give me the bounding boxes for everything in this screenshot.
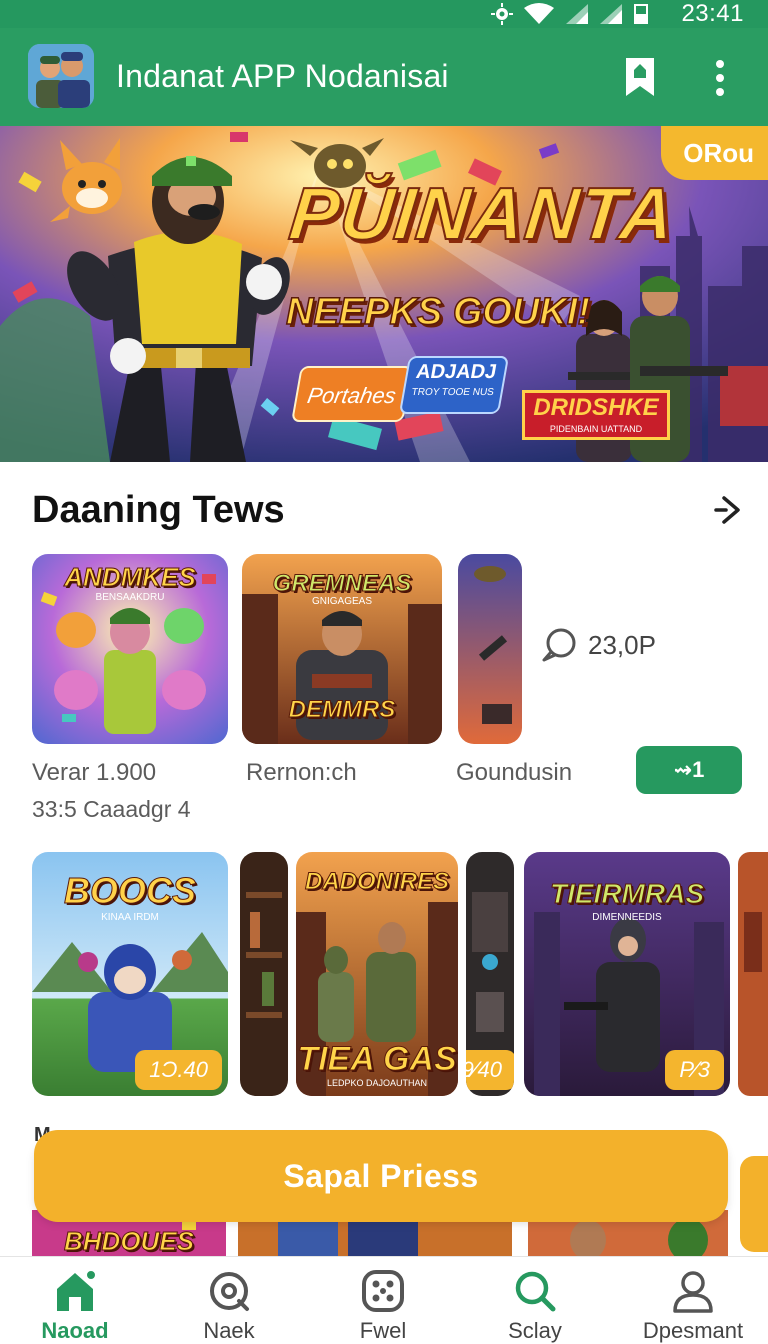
app-title: Indanat APP Nodanisai: [116, 58, 449, 94]
game-tile-bottom-title: DEMMRS: [288, 696, 396, 724]
target-icon: [210, 1272, 249, 1311]
banner-advance-sublabel: TROY TOOE NUS: [410, 387, 495, 398]
signal-icon-2: [600, 4, 622, 24]
banner-subtitle: NEEPKS GOUKI!: [285, 290, 591, 334]
game-tile[interactable]: ANDMKES BENSAAKDRU: [32, 554, 228, 744]
nav-label: Fwel: [359, 1318, 407, 1343]
game-tile-partial[interactable]: [240, 852, 288, 1096]
game-tile-art: [458, 554, 522, 744]
game-caption: Rernon:ch: [246, 759, 357, 786]
wifi-icon: [524, 3, 554, 24]
cta-peek: [740, 1156, 768, 1252]
game-tile-subtitle: BENSAAKDRU: [95, 592, 165, 603]
banner-badge-title: DRIDSHKE: [533, 394, 659, 421]
comment-icon: [542, 628, 576, 662]
game-price-badge: 9⁄40: [466, 1050, 514, 1090]
banner-features-button[interactable]: Portahes: [291, 366, 413, 422]
more-vertical-icon: [716, 60, 724, 96]
nav-item-search[interactable]: Sclay: [460, 1257, 610, 1344]
banner-badge-subtitle: PIDENBAIN UATTAND: [549, 424, 643, 434]
game-tile-art: [738, 852, 768, 1096]
more-options-button[interactable]: [706, 56, 734, 100]
game-tile-title: GREMNEAS: [272, 570, 412, 598]
game-tile-subtitle: KINAA IRDM: [101, 912, 159, 923]
game-tile[interactable]: BOOCS KINAA IRDM 1Ɔ.40: [32, 852, 228, 1096]
nav-item-fwel[interactable]: Fwel: [308, 1257, 458, 1344]
nav-item-naek[interactable]: Naek: [154, 1257, 304, 1344]
signal-icon: [566, 4, 588, 24]
game-tile-title: ANDMKES: [64, 562, 196, 593]
game-caption-secondary: 33:5 Caaadgr 4: [32, 796, 191, 822]
game-tile[interactable]: DADONIRES TIEA GAS LEDPKO DAJOAUTHAN: [296, 852, 458, 1096]
game-tile[interactable]: [458, 554, 522, 744]
views-counter: 23,0P: [540, 626, 656, 664]
chevron-right-icon: [714, 496, 740, 524]
banner-badge: DRIDSHKE PIDENBAIN UATTAND: [522, 390, 670, 440]
views-count: 23,0P: [588, 629, 656, 660]
status-bar: 23:41: [0, 0, 768, 28]
game-tile-subtitle: DIMENNEEDIS: [592, 912, 662, 923]
game-caption: Verar 1.900: [32, 759, 157, 786]
game-price-badge: 1Ɔ.40: [135, 1050, 222, 1090]
bookmark-button[interactable]: [620, 54, 660, 100]
game-tile[interactable]: TIEIRMRAS DIMENNEEDIS P⁄3: [524, 852, 730, 1096]
game-tile-title: BHDOUES: [63, 1226, 194, 1257]
grid-dots-icon: [362, 1270, 404, 1312]
status-icons: [490, 2, 650, 26]
settings-status-icon: [491, 3, 513, 25]
battery-icon: [634, 4, 648, 24]
banner-advance-label: ADJADJ: [414, 361, 499, 383]
section-see-all-button[interactable]: [712, 494, 744, 526]
game-price-badge: P⁄3: [665, 1050, 724, 1090]
game-tile-partial[interactable]: [738, 852, 768, 1096]
play-button[interactable]: ⇝1: [636, 746, 742, 794]
app-logo[interactable]: [28, 44, 94, 108]
banner-title: PŬINANTA: [285, 171, 681, 256]
section-title: Daaning Tews: [32, 489, 285, 531]
profile-icon: [673, 1271, 713, 1313]
bookmark-icon: [626, 58, 654, 96]
game-tile[interactable]: GREMNEAS GNIGAGEAS DEMMRS: [242, 554, 442, 744]
primary-cta-button[interactable]: Sapal Priess: [34, 1130, 728, 1222]
nav-item-home[interactable]: Naoad: [0, 1257, 150, 1344]
bottom-nav: Naoad Naek Fwel Sclay Dpesmant: [0, 1256, 768, 1344]
status-time: 23:41: [681, 0, 744, 27]
game-caption: Goundusin: [456, 759, 573, 786]
game-tile-title: BOOCS: [63, 870, 196, 912]
banner-advance-button[interactable]: ADJADJ TROY TOOE NUS: [398, 356, 510, 414]
home-icon: [57, 1269, 97, 1311]
nav-label: Naoad: [41, 1318, 109, 1343]
game-tile-title: TIEIRMRAS: [550, 878, 705, 910]
game-tile-bottom-title: TIEA GAS: [297, 1040, 457, 1079]
hero-banner[interactable]: ORou PŬINANTA NEEPKS GOUKI! Portahes ADJ…: [0, 126, 768, 462]
game-tile-partial[interactable]: 9⁄40: [466, 852, 514, 1096]
nav-item-profile[interactable]: Dpesmant: [618, 1257, 768, 1344]
game-tile-subtitle: GNIGAGEAS: [311, 596, 372, 607]
game-tile-title: DADONIRES: [304, 868, 449, 896]
nav-label: Dpesmant: [642, 1318, 744, 1343]
search-icon: [515, 1271, 556, 1312]
game-tile-bottom-subtitle: LEDPKO DAJOAUTHAN: [326, 1078, 428, 1088]
game-tile-art: [240, 852, 288, 1096]
nav-label: Naek: [203, 1318, 255, 1343]
nav-label: Sclay: [508, 1318, 562, 1343]
app-bar: Indanat APP Nodanisai: [0, 28, 768, 126]
